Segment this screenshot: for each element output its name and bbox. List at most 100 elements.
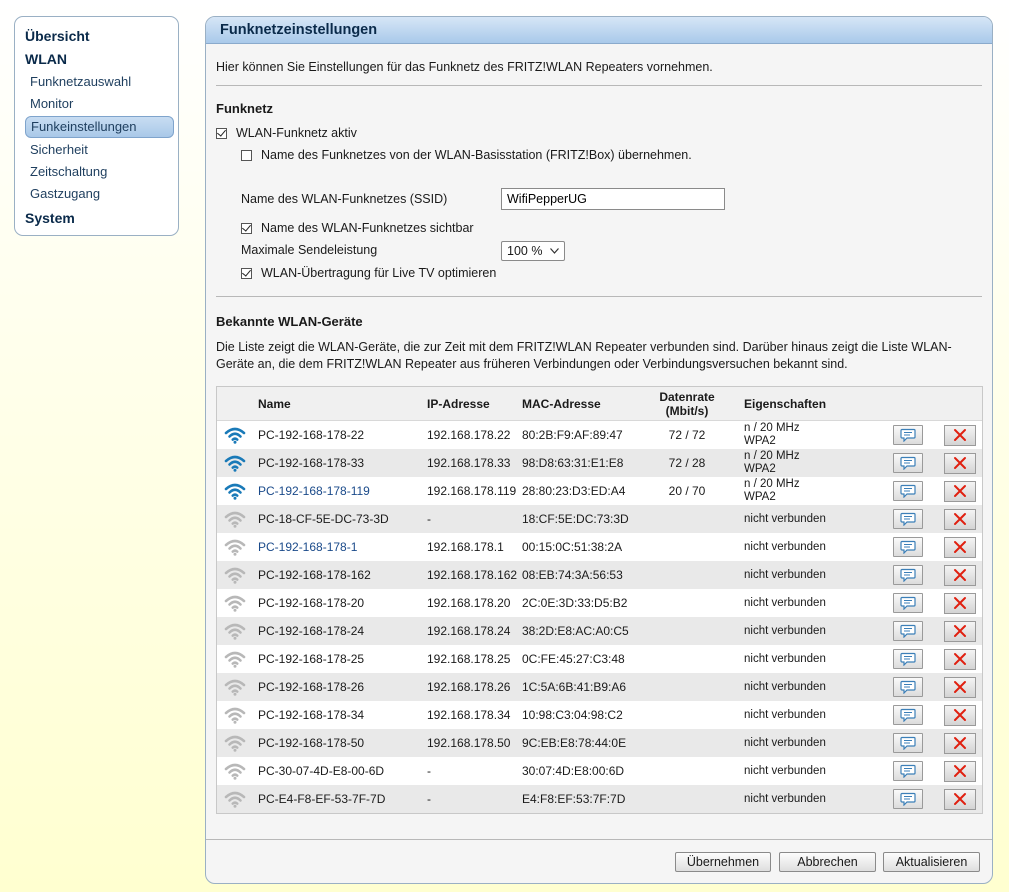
table-row: PC-192-168-178-25 192.168.178.25 0C:FE:45:… [217, 645, 982, 673]
wifi-icon [223, 561, 247, 589]
delete-button[interactable] [944, 424, 976, 446]
delete-button[interactable] [944, 704, 976, 726]
wlan-active-checkbox[interactable] [216, 127, 227, 139]
table-row: PC-192-168-178-1 192.168.178.1 00:15:0C:51… [217, 533, 982, 561]
delete-cell [944, 477, 976, 505]
edit-button[interactable] [893, 733, 923, 753]
device-name: PC-192-168-178-22 [258, 428, 365, 442]
wlan-active-row[interactable]: WLAN-Funknetz aktiv [216, 126, 357, 140]
device-prop-line1: nicht verbunden [744, 708, 826, 721]
ssid-visible-label: Name des WLAN-Funknetzes sichtbar [261, 221, 474, 235]
delete-button[interactable] [944, 452, 976, 474]
edit-cell [893, 561, 923, 589]
edit-button[interactable] [893, 509, 923, 529]
edit-cell [893, 785, 923, 813]
edit-button[interactable] [893, 425, 923, 445]
delete-cell [944, 729, 976, 757]
ssid-visible-row[interactable]: Name des WLAN-Funknetzes sichtbar [241, 221, 474, 235]
delete-button[interactable] [944, 648, 976, 670]
edit-button[interactable] [893, 677, 923, 697]
delete-button[interactable] [944, 760, 976, 782]
delete-button[interactable] [944, 676, 976, 698]
edit-icon [900, 764, 916, 778]
sidebar-item-wlan[interactable]: WLAN [15, 48, 178, 71]
sidebar-item-sicherheit[interactable]: Sicherheit [25, 139, 174, 161]
edit-icon [900, 512, 916, 526]
sidebar-item-monitor[interactable]: Monitor [25, 93, 174, 115]
device-properties: nicht verbunden [744, 505, 826, 533]
edit-button[interactable] [893, 537, 923, 557]
edit-icon [900, 708, 916, 722]
edit-button[interactable] [893, 565, 923, 585]
delete-button[interactable] [944, 564, 976, 586]
edit-button[interactable] [893, 593, 923, 613]
chevron-down-icon [550, 248, 559, 254]
device-mac: 9C:EB:E8:78:44:0E [522, 736, 627, 750]
device-prop-line2: WPA2 [744, 491, 776, 503]
livetv-row[interactable]: WLAN-Übertragung für Live TV optimieren [241, 266, 496, 280]
adopt-name-checkbox[interactable] [241, 149, 252, 161]
device-properties: nicht verbunden [744, 561, 826, 589]
edit-button[interactable] [893, 649, 923, 669]
sidebar-item-system[interactable]: System [15, 207, 178, 230]
table-row: PC-192-168-178-119 192.168.178.119 28:80:2… [217, 477, 982, 505]
delete-icon [953, 596, 967, 610]
delete-button[interactable] [944, 508, 976, 530]
edit-button[interactable] [893, 621, 923, 641]
device-name: PC-192-168-178-34 [258, 708, 365, 722]
delete-button[interactable] [944, 788, 976, 810]
delete-button[interactable] [944, 536, 976, 558]
device-name: PC-192-168-178-33 [258, 456, 365, 470]
ssid-input[interactable] [501, 188, 725, 210]
device-name[interactable]: PC-192-168-178-119 [258, 477, 370, 505]
livetv-checkbox[interactable] [241, 267, 252, 279]
device-ip: 192.168.178.22 [427, 428, 511, 442]
edit-cell [893, 589, 923, 617]
sidebar-item-zeitschaltung[interactable]: Zeitschaltung [25, 161, 174, 183]
ssid-visible-checkbox[interactable] [241, 222, 252, 234]
device-ip: 192.168.178.24 [427, 624, 511, 638]
delete-button[interactable] [944, 480, 976, 502]
device-mac: 18:CF:5E:DC:73:3D [522, 512, 629, 526]
refresh-button[interactable]: Aktualisieren [883, 852, 980, 872]
wifi-icon [223, 533, 247, 561]
sidebar-item-overview[interactable]: Übersicht [15, 25, 178, 48]
edit-button[interactable] [893, 789, 923, 809]
edit-button[interactable] [893, 761, 923, 781]
edit-cell [893, 617, 923, 645]
edit-icon [900, 736, 916, 750]
device-properties: nicht verbunden [744, 729, 826, 757]
delete-button[interactable] [944, 592, 976, 614]
delete-cell [944, 701, 976, 729]
device-properties: n / 20 MHz WPA2 [744, 449, 800, 477]
delete-cell [944, 785, 976, 813]
device-name[interactable]: PC-192-168-178-1 [258, 533, 357, 561]
device-ip: 192.168.178.119 [427, 484, 517, 498]
sidebar-item-gastzugang[interactable]: Gastzugang [25, 183, 174, 205]
adopt-name-row[interactable]: Name des Funknetzes von der WLAN-Basisst… [241, 148, 692, 162]
edit-cell [893, 533, 923, 561]
device-ip: 192.168.178.162 [427, 568, 518, 582]
device-ip: 192.168.178.26 [427, 680, 511, 694]
edit-button[interactable] [893, 705, 923, 725]
device-prop-line1: nicht verbunden [744, 736, 826, 749]
cancel-button[interactable]: Abbrechen [779, 852, 876, 872]
table-row: PC-192-168-178-22 192.168.178.22 80:2B:F9:… [217, 421, 982, 449]
sidebar-item-funknetzauswahl[interactable]: Funknetzauswahl [25, 71, 174, 93]
wifi-icon [223, 673, 247, 701]
device-name: PC-192-168-178-50 [258, 736, 365, 750]
table-row: PC-E4-F8-EF-53-7F-7D - E4:F8:EF:53:7F:7D ni… [217, 785, 982, 813]
sidebar-item-funkeinstellungen[interactable]: Funkeinstellungen [25, 116, 174, 138]
device-rate [647, 645, 727, 673]
delete-button[interactable] [944, 732, 976, 754]
power-select[interactable]: 100 % [501, 241, 565, 261]
edit-button[interactable] [893, 453, 923, 473]
edit-icon [900, 484, 916, 498]
delete-cell [944, 645, 976, 673]
edit-button[interactable] [893, 481, 923, 501]
delete-button[interactable] [944, 620, 976, 642]
device-name: PC-192-168-178-25 [258, 652, 365, 666]
edit-icon [900, 456, 916, 470]
sidebar-nav: Übersicht WLAN Funknetzauswahl Monitor F… [14, 16, 179, 236]
apply-button[interactable]: Übernehmen [675, 852, 771, 872]
